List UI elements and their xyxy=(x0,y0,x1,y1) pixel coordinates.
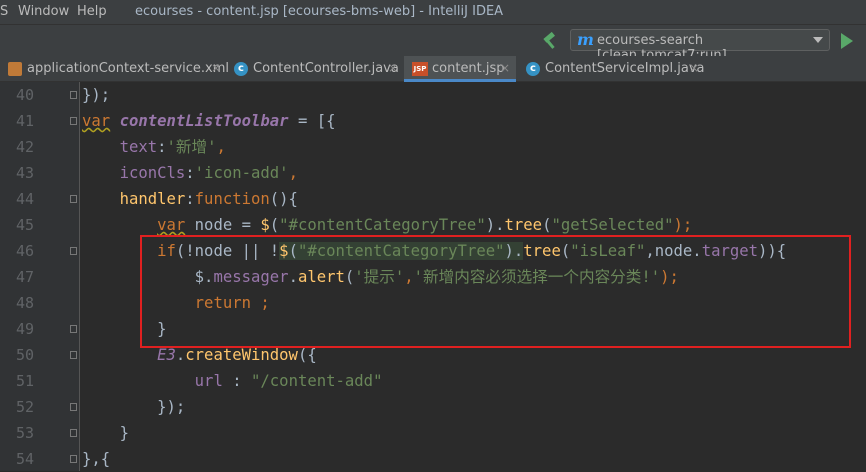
tab-label: ContentServiceImpl.java xyxy=(545,61,705,76)
tab-content-service-impl-java[interactable]: c ContentServiceImpl.java × xyxy=(518,56,718,82)
method-call: tree xyxy=(504,216,543,234)
code-line-53: } xyxy=(82,420,129,446)
tab-label: content.jsp xyxy=(432,61,505,76)
line-number: 46 xyxy=(15,242,34,260)
fold-marker-icon[interactable] xyxy=(70,351,77,359)
code-token: ( xyxy=(269,216,280,234)
variable-name: contentListToolbar xyxy=(119,112,289,130)
code-line-43: iconCls:'icon-add', xyxy=(82,160,298,186)
code-token: (){ xyxy=(269,190,298,208)
fold-marker-icon[interactable] xyxy=(70,455,77,463)
fold-marker-icon[interactable] xyxy=(70,91,77,99)
xml-file-icon xyxy=(8,62,22,76)
menu-bar: S Window Help ecourses - content.jsp [ec… xyxy=(0,0,866,24)
fold-marker-icon[interactable] xyxy=(70,117,77,125)
close-icon[interactable]: × xyxy=(689,61,699,75)
fold-marker-icon[interactable] xyxy=(70,403,77,411)
line-number: 49 xyxy=(15,320,34,338)
tab-label: applicationContext-service.xml xyxy=(27,61,229,76)
code-token: ({ xyxy=(297,346,317,364)
tab-content-controller-java[interactable]: c ContentController.java × xyxy=(228,56,403,82)
close-icon[interactable]: × xyxy=(388,61,398,75)
code-line-54: },{ xyxy=(82,446,110,472)
chevron-down-icon xyxy=(813,37,823,43)
line-number-gutter: 40 41 42 43 44 45 46 47 48 49 50 51 52 5… xyxy=(0,82,80,471)
code-token: }); xyxy=(157,398,186,416)
fold-marker-icon[interactable] xyxy=(70,325,77,333)
menu-item-window[interactable]: Window xyxy=(18,4,69,19)
code-token: = [{ xyxy=(288,112,336,130)
menu-item-s[interactable]: S xyxy=(0,4,8,19)
line-number: 53 xyxy=(15,424,34,442)
code-token: : xyxy=(222,372,252,390)
code-line-40: }); xyxy=(82,82,110,108)
string-literal: "/content-add" xyxy=(251,372,383,390)
line-number: 48 xyxy=(15,294,34,312)
code-token: },{ xyxy=(82,450,111,468)
code-token: , xyxy=(288,164,298,182)
string-literal: 'icon-add' xyxy=(194,164,289,182)
java-class-icon: c xyxy=(526,62,540,76)
code-token: , xyxy=(216,138,226,156)
fold-marker-icon[interactable] xyxy=(70,247,77,255)
code-editor[interactable]: 40 41 42 43 44 45 46 47 48 49 50 51 52 5… xyxy=(0,82,866,471)
string-literal: "#contentCategoryTree" xyxy=(279,216,486,234)
property-key: iconCls xyxy=(119,164,186,182)
run-configuration-select[interactable]: m ecourses-search [clean,tomcat7:run] xyxy=(570,29,830,63)
string-literal: "getSelected" xyxy=(551,216,674,234)
run-icon[interactable] xyxy=(841,33,853,49)
editor-tab-bar: applicationContext-service.xml × c Conte… xyxy=(0,56,866,82)
fold-marker-icon[interactable] xyxy=(70,195,77,203)
tab-label: ContentController.java xyxy=(253,61,399,76)
main-toolbar: m ecourses-search [clean,tomcat7:run] xyxy=(0,24,866,63)
line-number: 47 xyxy=(15,268,34,286)
close-icon[interactable]: × xyxy=(211,61,221,75)
code-token: : xyxy=(185,190,195,208)
method-call: createWindow xyxy=(185,346,298,364)
line-number: 50 xyxy=(15,346,34,364)
line-number: 54 xyxy=(15,450,34,468)
code-token: ). xyxy=(485,216,505,234)
line-number: 40 xyxy=(15,86,34,104)
code-token: : xyxy=(185,164,195,182)
code-token: node = xyxy=(185,216,261,234)
code-line-51: url : "/content-add" xyxy=(82,368,383,394)
jquery-call: $ xyxy=(260,216,270,234)
keyword: function xyxy=(194,190,270,208)
line-number: 43 xyxy=(15,164,34,182)
fold-marker-icon[interactable] xyxy=(70,429,77,437)
line-number: 45 xyxy=(15,216,34,234)
line-number: 52 xyxy=(15,398,34,416)
build-hammer-icon[interactable] xyxy=(540,31,560,51)
line-number: 41 xyxy=(15,112,34,130)
code-token: . xyxy=(175,346,186,364)
global-object: E3 xyxy=(157,346,176,364)
code-line-52: }); xyxy=(82,394,185,420)
menu-item-help[interactable]: Help xyxy=(77,4,107,19)
code-line-44: handler:function(){ xyxy=(82,186,298,212)
property-key: text xyxy=(119,138,158,156)
line-number: 42 xyxy=(15,138,34,156)
tab-application-context-service-xml[interactable]: applicationContext-service.xml × xyxy=(0,56,229,82)
property-key: handler xyxy=(119,190,186,208)
window-title: ecourses - content.jsp [ecourses-bms-web… xyxy=(135,4,504,19)
code-token: ); xyxy=(673,216,693,234)
close-icon[interactable]: × xyxy=(500,61,510,75)
code-token: }); xyxy=(82,86,111,104)
string-literal: '新增' xyxy=(166,138,217,156)
line-number: 44 xyxy=(15,190,34,208)
code-token: : xyxy=(157,138,167,156)
keyword: var xyxy=(82,112,111,130)
keyword: var xyxy=(157,216,186,234)
maven-icon: m xyxy=(577,30,594,49)
code-token: } xyxy=(119,424,129,442)
code-line-42: text:'新增', xyxy=(82,134,226,160)
jsp-file-icon: JSP xyxy=(412,62,428,76)
line-number: 51 xyxy=(15,372,34,390)
property-key: url xyxy=(194,372,223,390)
java-class-icon: c xyxy=(234,62,248,76)
tab-content-jsp[interactable]: JSP content.jsp × xyxy=(404,56,516,82)
code-line-41: var contentListToolbar = [{ xyxy=(82,108,336,134)
highlight-annotation-box xyxy=(140,235,851,348)
